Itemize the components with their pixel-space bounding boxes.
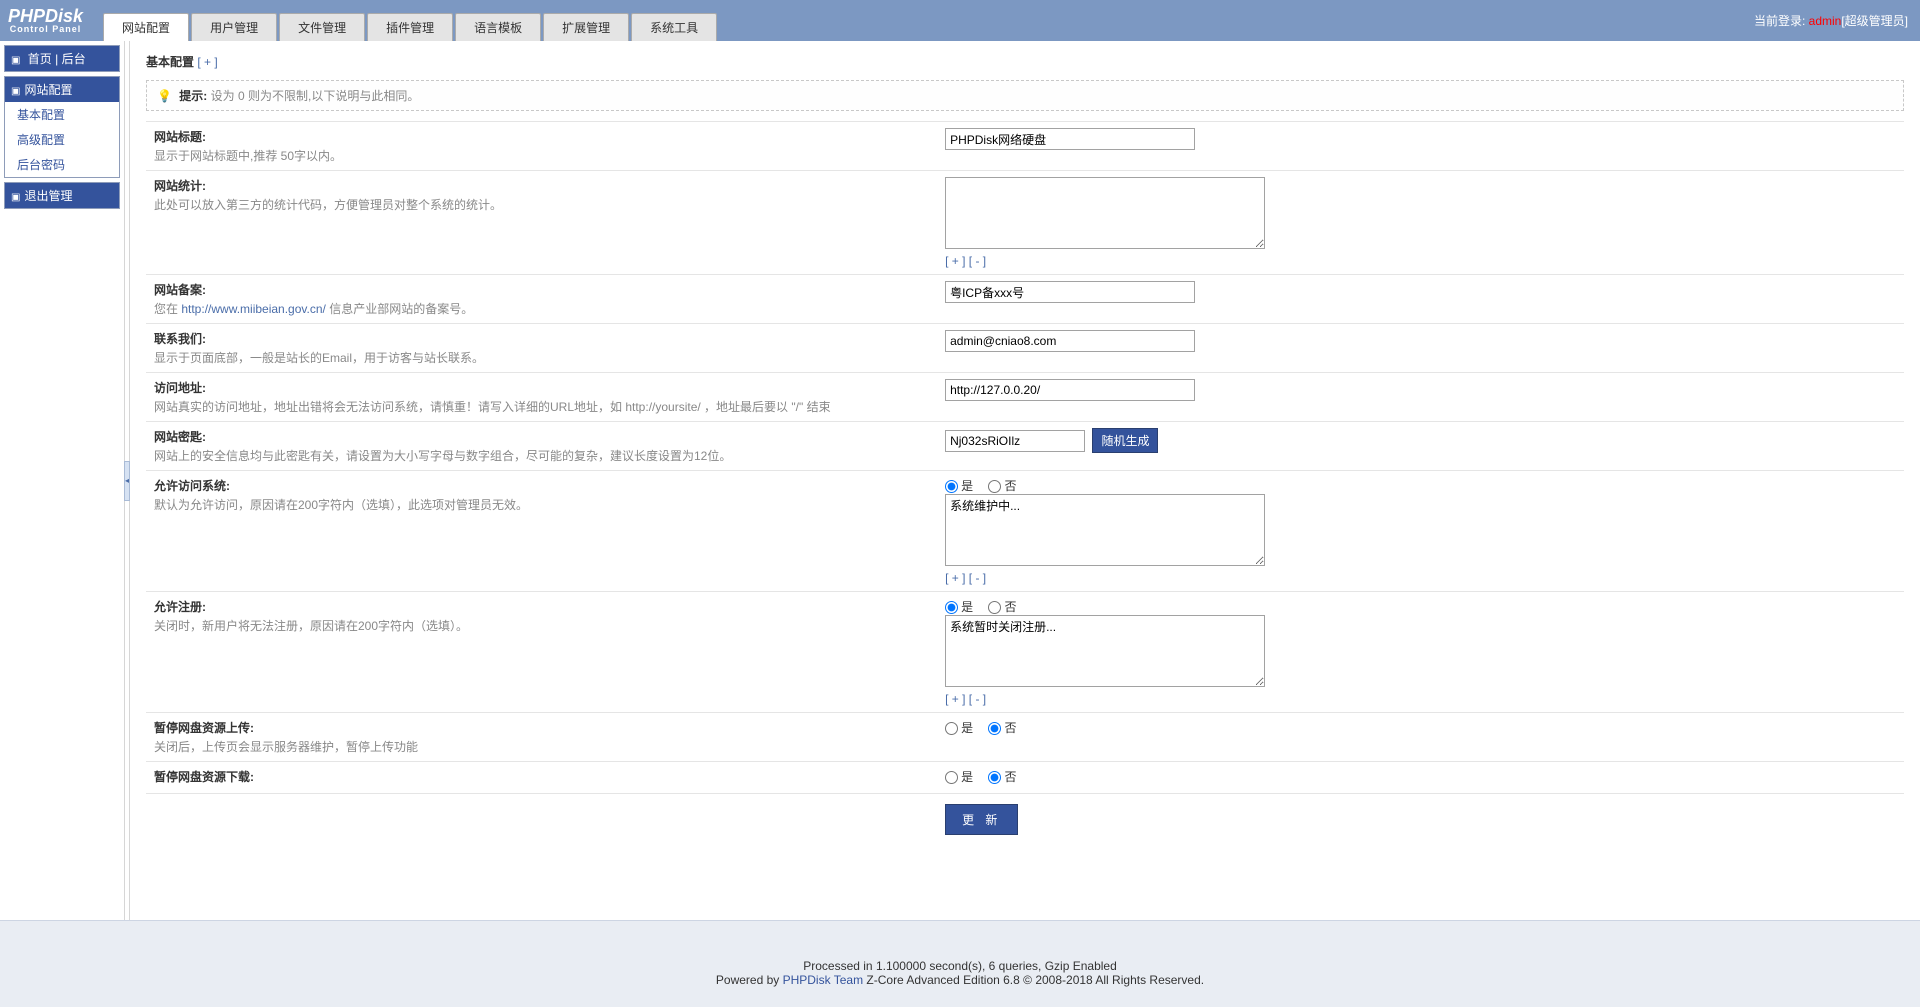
beian-input[interactable] <box>945 281 1195 303</box>
footer-powered: Powered by PHPDisk Team Z-Core Advanced … <box>0 973 1920 987</box>
footer: Processed in 1.100000 second(s), 6 queri… <box>0 920 1920 1007</box>
sidebar-divider: ◂ <box>124 41 130 920</box>
textarea-shrink[interactable]: [ - ] <box>969 692 986 706</box>
tab-lang-tpl[interactable]: 语言模板 <box>455 13 541 41</box>
allow-reg-label: 允许注册: <box>154 598 929 615</box>
allow-reg-no-label[interactable]: 否 <box>988 600 1016 614</box>
tab-site-config[interactable]: 网站配置 <box>103 13 189 41</box>
allow-reg-no-radio[interactable] <box>988 601 1001 614</box>
allow-visit-yes-label[interactable]: 是 <box>945 479 973 493</box>
sidebar-home-link[interactable]: 首页 <box>28 52 52 66</box>
allow-visit-label: 允许访问系统: <box>154 477 929 494</box>
textarea-shrink[interactable]: [ - ] <box>969 571 986 585</box>
page-title-expand[interactable]: [ + ] <box>197 55 217 69</box>
sidebar-section-siteconfig[interactable]: 网站配置 <box>5 77 119 102</box>
login-role-link[interactable]: [超级管理员] <box>1841 14 1908 28</box>
login-user: admin <box>1809 14 1842 28</box>
pause-upload-yes-radio[interactable] <box>945 722 958 735</box>
pause-download-label: 暂停网盘资源下载: <box>154 768 929 785</box>
pause-upload-yes-label[interactable]: 是 <box>945 721 973 735</box>
allow-reg-textarea[interactable]: 系统暂时关闭注册... <box>945 615 1265 687</box>
sidebar: 首页 | 后台 网站配置 基本配置 高级配置 后台密码 退出管理 <box>0 41 124 920</box>
sidebar-item-basic[interactable]: 基本配置 <box>5 102 119 127</box>
site-stats-textarea[interactable] <box>945 177 1265 249</box>
site-key-desc: 网站上的安全信息均与此密匙有关，请设置为大小写字母与数字组合，尽可能的复杂，建议… <box>154 449 731 463</box>
sidebar-section-logout[interactable]: 退出管理 <box>5 183 119 208</box>
site-title-desc: 显示于网站标题中,推荐 50字以内。 <box>154 149 342 163</box>
sidebar-collapse-handle[interactable]: ◂ <box>124 461 130 501</box>
tip-box: 💡 提示: 设为 0 则为不限制,以下说明与此相同。 <box>146 80 1904 111</box>
tip-text: 设为 0 则为不限制,以下说明与此相同。 <box>211 89 420 103</box>
allow-visit-desc: 默认为允许访问，原因请在200字符内（选填），此选项对管理员无效。 <box>154 498 528 512</box>
tab-file-mgmt[interactable]: 文件管理 <box>279 13 365 41</box>
site-stats-label: 网站统计: <box>154 177 929 194</box>
textarea-grow[interactable]: [ + ] <box>945 571 965 585</box>
pause-upload-no-radio[interactable] <box>988 722 1001 735</box>
allow-visit-yes-radio[interactable] <box>945 480 958 493</box>
pause-upload-desc: 关闭后，上传页会显示服务器维护，暂停上传功能 <box>154 740 418 754</box>
visit-url-label: 访问地址: <box>154 379 929 396</box>
beian-label: 网站备案: <box>154 281 929 298</box>
submit-button[interactable]: 更 新 <box>945 804 1018 835</box>
site-title-label: 网站标题: <box>154 128 929 145</box>
textarea-grow[interactable]: [ + ] <box>945 692 965 706</box>
tab-sys-tools[interactable]: 系统工具 <box>631 13 717 41</box>
contact-label: 联系我们: <box>154 330 929 347</box>
site-stats-desc: 此处可以放入第三方的统计代码，方便管理员对整个系统的统计。 <box>154 198 502 212</box>
logo-subtitle: Control Panel <box>8 25 83 34</box>
logo-text: PHPDisk <box>8 6 83 26</box>
tab-ext-mgmt[interactable]: 扩展管理 <box>543 13 629 41</box>
tab-plugin-mgmt[interactable]: 插件管理 <box>367 13 453 41</box>
site-key-input[interactable] <box>945 430 1085 452</box>
page-title: 基本配置 [ + ] <box>146 53 1904 70</box>
textarea-grow[interactable]: [ + ] <box>945 254 965 268</box>
allow-reg-desc: 关闭时，新用户将无法注册，原因请在200字符内（选填）。 <box>154 619 468 633</box>
sidebar-back-link[interactable]: 后台 <box>62 52 86 66</box>
app-header: PHPDisk Control Panel 网站配置 用户管理 文件管理 插件管… <box>0 0 1920 41</box>
pause-upload-label: 暂停网盘资源上传: <box>154 719 929 736</box>
tab-user-mgmt[interactable]: 用户管理 <box>191 13 277 41</box>
allow-visit-no-radio[interactable] <box>988 480 1001 493</box>
visit-url-desc: 网站真实的访问地址，地址出错将会无法访问系统，请慎重！请写入详细的URL地址，如… <box>154 400 831 414</box>
sidebar-item-password[interactable]: 后台密码 <box>5 152 119 177</box>
allow-visit-no-label[interactable]: 否 <box>988 479 1016 493</box>
footer-team-link[interactable]: PHPDisk Team <box>783 973 863 987</box>
site-key-label: 网站密匙: <box>154 428 929 445</box>
visit-url-input[interactable] <box>945 379 1195 401</box>
main-content: 基本配置 [ + ] 💡 提示: 设为 0 则为不限制,以下说明与此相同。 网站… <box>130 41 1920 920</box>
nav-tabs: 网站配置 用户管理 文件管理 插件管理 语言模板 扩展管理 系统工具 <box>103 0 1754 41</box>
pause-download-yes-label[interactable]: 是 <box>945 770 973 784</box>
allow-visit-textarea[interactable]: 系统维护中... <box>945 494 1265 566</box>
pause-download-no-radio[interactable] <box>988 771 1001 784</box>
allow-reg-yes-label[interactable]: 是 <box>945 600 973 614</box>
site-title-input[interactable] <box>945 128 1195 150</box>
login-info: 当前登录: admin[超级管理员] <box>1754 12 1912 29</box>
allow-reg-yes-radio[interactable] <box>945 601 958 614</box>
beian-link[interactable]: http://www.miibeian.gov.cn/ <box>181 302 326 316</box>
contact-input[interactable] <box>945 330 1195 352</box>
page-title-text: 基本配置 <box>146 55 194 69</box>
textarea-shrink[interactable]: [ - ] <box>969 254 986 268</box>
pause-download-no-label[interactable]: 否 <box>988 770 1016 784</box>
pause-download-yes-radio[interactable] <box>945 771 958 784</box>
sidebar-item-advanced[interactable]: 高级配置 <box>5 127 119 152</box>
beian-desc: 您在 http://www.miibeian.gov.cn/ 信息产业部网站的备… <box>154 302 473 316</box>
logo: PHPDisk Control Panel <box>8 7 83 34</box>
sidebar-top-nav: 首页 | 后台 <box>5 46 119 71</box>
tip-label: 提示: <box>179 89 207 103</box>
lightbulb-icon: 💡 <box>157 89 172 103</box>
login-prefix: 当前登录: <box>1754 14 1809 28</box>
footer-stats: Processed in 1.100000 second(s), 6 queri… <box>0 959 1920 973</box>
pause-upload-no-label[interactable]: 否 <box>988 721 1016 735</box>
random-generate-button[interactable]: 随机生成 <box>1092 428 1158 453</box>
contact-desc: 显示于页面底部，一般是站长的Email，用于访客与站长联系。 <box>154 351 484 365</box>
